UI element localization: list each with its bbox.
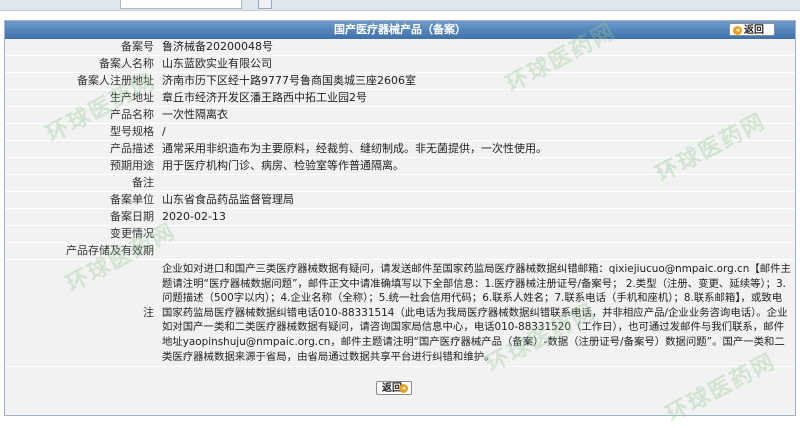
back-button-label: 返回 bbox=[744, 25, 764, 36]
arrow-left-icon: ◂ bbox=[733, 26, 742, 35]
field-value: 济南市历下区经十路9777号鲁商国奥城三座2606室 bbox=[158, 72, 795, 90]
remark-row: 注 企业如对进口和国产三类医疗器械数据有疑问，请发送邮件至国家药监局医疗器械数据… bbox=[5, 259, 795, 368]
field-value: 鲁济械备20200048号 bbox=[158, 39, 795, 56]
record-row: 备注 bbox=[5, 174, 795, 192]
field-label: 预期用途 bbox=[5, 157, 158, 175]
record-row: 备案单位 山东省食品药品监督管理局 bbox=[5, 191, 795, 209]
record-row: 备案日期 2020-02-13 bbox=[5, 208, 795, 226]
remark-label: 注 bbox=[5, 259, 158, 368]
field-label: 产品描述 bbox=[5, 140, 158, 158]
field-label: 型号规格 bbox=[5, 123, 158, 141]
field-value: 章丘市经济开发区潘王路西中拓工业园2号 bbox=[158, 89, 795, 107]
field-value bbox=[158, 225, 795, 243]
record-row: 备案人注册地址 济南市历下区经十路9777号鲁商国奥城三座2606室 bbox=[5, 72, 795, 90]
field-value bbox=[158, 174, 795, 192]
arrow-left-icon: ◂ bbox=[399, 384, 408, 393]
toolbar-select[interactable] bbox=[120, 0, 242, 9]
field-value: 用于医疗机构门诊、病房、检验室等作普通隔离。 bbox=[158, 157, 795, 175]
record-row: 产品名称 一次性隔离衣 bbox=[5, 106, 795, 124]
field-value: 山东省食品药品监督管理局 bbox=[158, 191, 795, 209]
field-label: 产品存储及有效期 bbox=[5, 242, 158, 260]
field-value: 2020-02-13 bbox=[158, 208, 795, 226]
field-label: 备案人名称 bbox=[5, 55, 158, 73]
record-row: 备案人名称 山东蓝欧实业有限公司 bbox=[5, 55, 795, 73]
field-value: / bbox=[158, 123, 795, 141]
record-row: 变更情况 bbox=[5, 225, 795, 243]
panel-title-bar: 国产医疗器械产品（备案） ◂ 返回 bbox=[5, 21, 795, 39]
field-label: 产品名称 bbox=[5, 106, 158, 124]
toolbar-button[interactable] bbox=[258, 0, 272, 9]
record-row: 型号规格 / bbox=[5, 123, 795, 141]
field-label: 备注 bbox=[5, 174, 158, 192]
field-value bbox=[158, 242, 795, 260]
record-row: 产品存储及有效期 bbox=[5, 242, 795, 260]
back-button-top[interactable]: ◂ 返回 bbox=[729, 23, 775, 36]
field-value: 山东蓝欧实业有限公司 bbox=[158, 55, 795, 73]
record-table: 备案号 鲁济械备20200048号 备案人名称 山东蓝欧实业有限公司 备案人注册地址 济南… bbox=[5, 39, 795, 368]
record-row: 备案号 鲁济械备20200048号 bbox=[5, 39, 795, 56]
field-value: 一次性隔离衣 bbox=[158, 106, 795, 124]
record-row: 产品描述 通常采用非织造布为主要原料，经裁剪、缝纫制成。非无菌提供，一次性使用。 bbox=[5, 140, 795, 158]
field-label: 生产地址 bbox=[5, 89, 158, 107]
field-label: 备案号 bbox=[5, 39, 158, 56]
record-row: 预期用途 用于医疗机构门诊、病房、检验室等作普通隔离。 bbox=[5, 157, 795, 175]
field-label: 备案日期 bbox=[5, 208, 158, 226]
record-row: 生产地址 章丘市经济开发区潘王路西中拓工业园2号 bbox=[5, 89, 795, 107]
back-button-bottom[interactable]: 返回 ◂ bbox=[376, 381, 412, 395]
field-value: 通常采用非织造布为主要原料，经裁剪、缝纫制成。非无菌提供，一次性使用。 bbox=[158, 140, 795, 158]
field-label: 备案单位 bbox=[5, 191, 158, 209]
record-panel: 国产医疗器械产品（备案） ◂ 返回 备案号 鲁济械备20200048号 备案人名称山… bbox=[4, 20, 796, 416]
field-label: 变更情况 bbox=[5, 225, 158, 243]
field-label: 备案人注册地址 bbox=[5, 72, 158, 90]
browser-toolbar-strip bbox=[0, 0, 800, 11]
remark-text: 企业如对进口和国产三类医疗器械数据有疑问，请发送邮件至国家药监局医疗器械数据纠错… bbox=[158, 259, 795, 368]
page-title: 国产医疗器械产品（备案） bbox=[334, 23, 466, 36]
